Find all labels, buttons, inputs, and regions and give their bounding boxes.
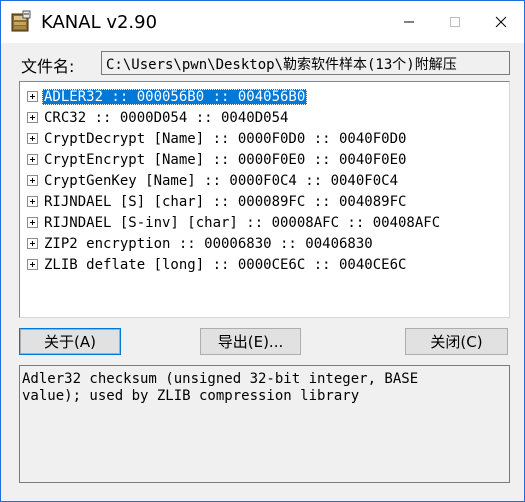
expand-icon[interactable] xyxy=(27,154,38,165)
tree-item[interactable]: ZLIB deflate [long] :: 0000CE6C :: 0040C… xyxy=(20,254,509,275)
tree-item[interactable]: RIJNDAEL [S] [char] :: 000089FC :: 00408… xyxy=(20,191,509,212)
about-button[interactable]: 关于(A) xyxy=(19,328,121,355)
expand-icon[interactable] xyxy=(27,91,38,102)
expand-icon[interactable] xyxy=(27,175,38,186)
tree-item[interactable]: CryptDecrypt [Name] :: 0000F0D0 :: 0040F… xyxy=(20,128,509,149)
tree-item[interactable]: ZIP2 encryption :: 00006830 :: 00406830 xyxy=(20,233,509,254)
minimize-icon[interactable] xyxy=(386,1,432,43)
close-icon[interactable] xyxy=(478,1,524,43)
window-title: KANAL v2.90 xyxy=(41,11,158,33)
kanal-window: KANAL v2.90 文件名: C:\Users\pwn\Desktop\勒索… xyxy=(0,0,525,502)
close-button[interactable]: 关闭(C) xyxy=(405,328,508,355)
tree-item-label: CryptEncrypt [Name] :: 0000F0E0 :: 0040F… xyxy=(44,151,407,168)
tree-item-label: RIJNDAEL [S-inv] [char] :: 00008AFC :: 0… xyxy=(44,214,441,231)
title-bar[interactable]: KANAL v2.90 xyxy=(1,1,524,43)
tree-item[interactable]: CryptGenKey [Name] :: 0000F0C4 :: 0040F0… xyxy=(20,170,509,191)
tree-item[interactable]: ADLER32 :: 000056B0 :: 004056B0 xyxy=(20,86,509,107)
expand-icon[interactable] xyxy=(27,112,38,123)
description-box: Adler32 checksum (unsigned 32-bit intege… xyxy=(19,365,510,483)
signature-tree[interactable]: ADLER32 :: 000056B0 :: 004056B0CRC32 :: … xyxy=(19,81,510,318)
kanal-app-icon[interactable] xyxy=(9,10,33,34)
file-path-field[interactable]: C:\Users\pwn\Desktop\勒索软件样本(13个)附解压 xyxy=(101,51,510,75)
tree-item-label: RIJNDAEL [S] [char] :: 000089FC :: 00408… xyxy=(44,193,407,210)
expand-icon[interactable] xyxy=(27,196,38,207)
tree-item-label: CryptDecrypt [Name] :: 0000F0D0 :: 0040F… xyxy=(44,130,407,147)
tree-item[interactable]: CRC32 :: 0000D054 :: 0040D054 xyxy=(20,107,509,128)
file-name-label: 文件名: xyxy=(21,57,75,76)
expand-icon[interactable] xyxy=(27,238,38,249)
window-controls xyxy=(386,1,524,43)
tree-item-label: CryptGenKey [Name] :: 0000F0C4 :: 0040F0… xyxy=(44,172,399,189)
tree-item-label: CRC32 :: 0000D054 :: 0040D054 xyxy=(44,109,289,126)
expand-icon[interactable] xyxy=(27,217,38,228)
tree-item-label: ZIP2 encryption :: 00006830 :: 00406830 xyxy=(44,235,373,252)
expand-icon[interactable] xyxy=(27,259,38,270)
tree-item-label: ZLIB deflate [long] :: 0000CE6C :: 0040C… xyxy=(44,256,407,273)
maximize-icon[interactable] xyxy=(432,1,478,43)
tree-item-label: ADLER32 :: 000056B0 :: 004056B0 xyxy=(42,88,308,105)
tree-item[interactable]: CryptEncrypt [Name] :: 0000F0E0 :: 0040F… xyxy=(20,149,509,170)
expand-icon[interactable] xyxy=(27,133,38,144)
export-button[interactable]: 导出(E)... xyxy=(200,328,301,355)
tree-item[interactable]: RIJNDAEL [S-inv] [char] :: 00008AFC :: 0… xyxy=(20,212,509,233)
